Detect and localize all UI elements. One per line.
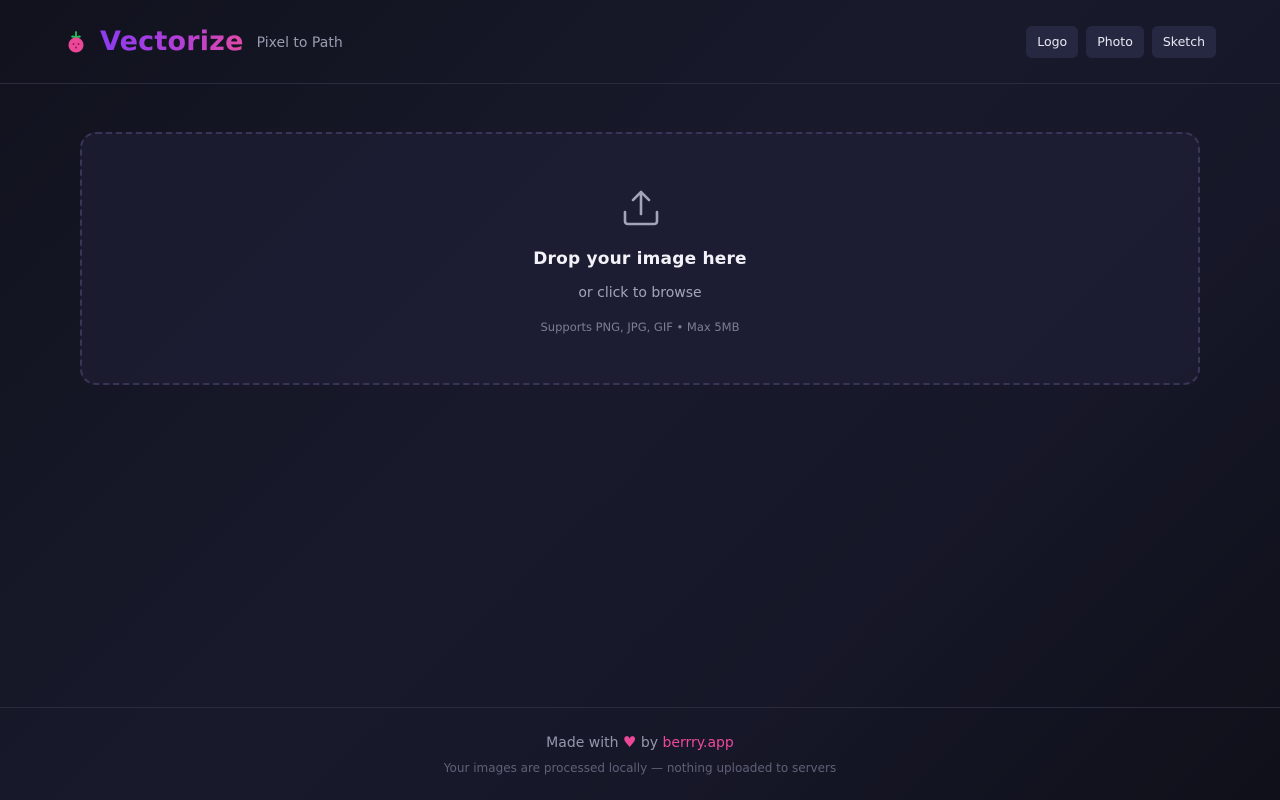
privacy-note: Your images are processed locally — noth… xyxy=(443,761,837,775)
berry-icon xyxy=(68,31,84,53)
made-with-text: Made with xyxy=(546,735,619,751)
by-text: by xyxy=(640,735,658,751)
preset-photo-button[interactable]: Photo xyxy=(1086,26,1144,58)
dropzone-subtitle: or click to browse xyxy=(578,285,702,301)
preset-sketch-button[interactable]: Sketch xyxy=(1151,26,1216,58)
made-with-line: Made with ♥ by berrry.app xyxy=(0,733,1280,751)
dropzone-title: Drop your image here xyxy=(533,249,747,269)
preset-logo-button[interactable]: Logo xyxy=(1026,26,1079,58)
app-header: Vectorize Pixel to Path Logo Photo Sketc… xyxy=(0,0,1280,84)
upload-icon xyxy=(623,190,659,226)
app-tagline: Pixel to Path xyxy=(256,34,343,51)
app-footer: Made with ♥ by berrry.app Your images ar… xyxy=(0,707,1280,800)
image-dropzone[interactable]: Drop your image here or click to browse … xyxy=(80,132,1200,385)
preset-buttons: Logo Photo Sketch xyxy=(1026,26,1216,58)
berrry-link[interactable]: berrry.app xyxy=(662,735,733,751)
dropzone-format-note: Supports PNG, JPG, GIF • Max 5MB xyxy=(540,320,740,334)
app-title: Vectorize xyxy=(100,24,244,60)
brand: Vectorize Pixel to Path xyxy=(66,24,343,60)
heart-icon: ♥ xyxy=(622,733,637,751)
